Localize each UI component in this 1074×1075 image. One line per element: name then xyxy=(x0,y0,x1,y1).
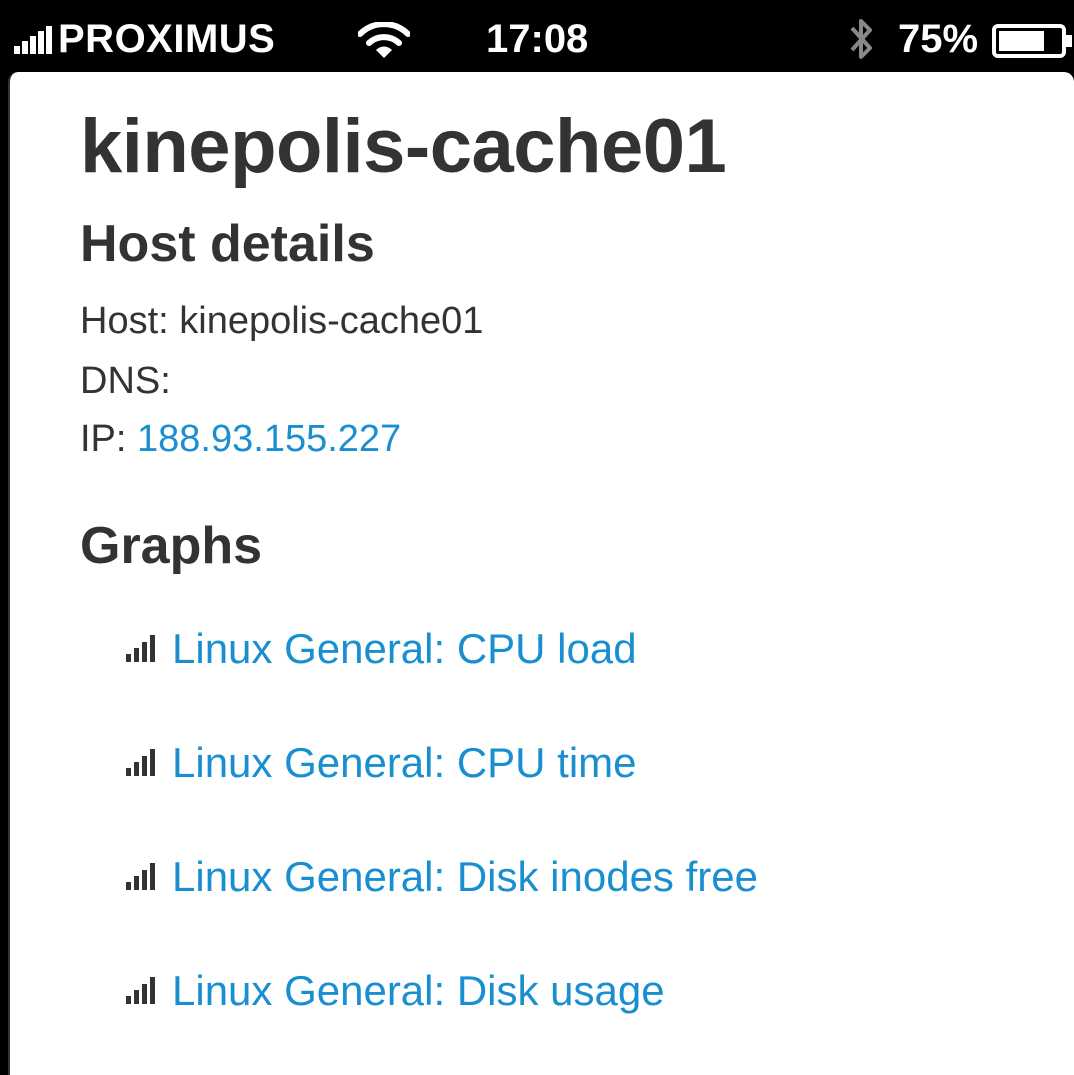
bluetooth-icon xyxy=(850,19,872,59)
graphs-heading: Graphs xyxy=(80,517,263,575)
wifi-icon xyxy=(358,22,410,58)
host-value: kinepolis-cache01 xyxy=(179,300,484,342)
graph-link-cpu-load[interactable]: Linux General: CPU load xyxy=(122,624,637,674)
bar-chart-icon xyxy=(126,749,155,776)
ip-link[interactable]: 188.93.155.227 xyxy=(137,418,401,460)
carrier-name: PROXIMUS xyxy=(58,17,276,61)
graph-link-label[interactable]: Linux General: CPU time xyxy=(172,738,637,788)
graph-link-disk-usage[interactable]: Linux General: Disk usage xyxy=(122,966,665,1016)
graph-link-cpu-time[interactable]: Linux General: CPU time xyxy=(122,738,637,788)
host-label: Host: xyxy=(80,300,180,342)
content-page: kinepolis-cache01 Host details Host: kin… xyxy=(8,72,1074,1075)
dns-row: DNS: xyxy=(80,358,171,404)
bar-chart-icon xyxy=(126,863,155,890)
host-row: Host: kinepolis-cache01 xyxy=(80,298,483,344)
ip-row: IP: 188.93.155.227 xyxy=(80,416,401,462)
bar-chart-icon xyxy=(126,977,155,1004)
battery-percent: 75% xyxy=(898,17,979,61)
graph-link-disk-inodes-free[interactable]: Linux General: Disk inodes free xyxy=(122,852,758,902)
graph-link-label[interactable]: Linux General: Disk inodes free xyxy=(172,852,758,902)
battery-icon xyxy=(992,24,1072,58)
graph-link-label[interactable]: Linux General: Disk usage xyxy=(172,966,665,1016)
page-title: kinepolis-cache01 xyxy=(80,104,727,189)
signal-bars-icon xyxy=(14,26,52,54)
clock: 17:08 xyxy=(486,17,589,61)
bar-chart-icon xyxy=(126,635,155,662)
dns-label: DNS: xyxy=(80,360,171,402)
graph-link-label[interactable]: Linux General: CPU load xyxy=(172,624,637,674)
host-details-heading: Host details xyxy=(80,215,375,273)
ip-label: IP: xyxy=(80,418,138,460)
status-bar: PROXIMUS 17:08 75% xyxy=(0,0,1074,78)
